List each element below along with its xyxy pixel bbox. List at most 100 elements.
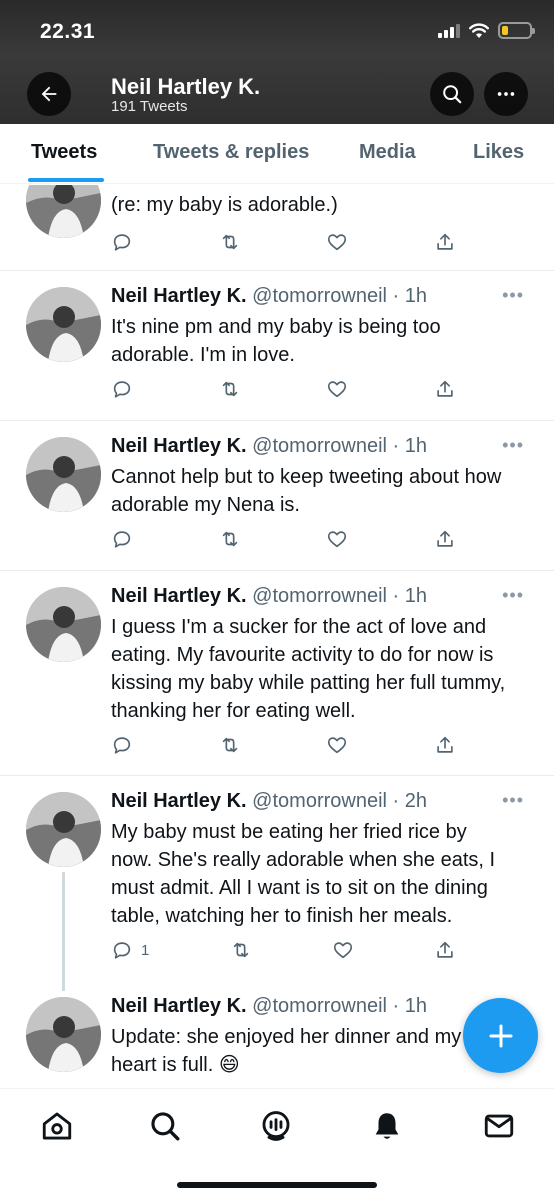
- tweet-author-handle[interactable]: @tomorrowneil: [252, 995, 387, 1017]
- tweet-time: · 1h: [392, 995, 427, 1017]
- status-time: 22.31: [40, 20, 96, 43]
- retweet-button[interactable]: [219, 734, 241, 756]
- tweet-text: Cannot help but to keep tweeting about h…: [111, 466, 502, 516]
- tweet-more-button[interactable]: •••: [502, 285, 524, 306]
- tweet-header: Neil Hartley K. @tomorrowneil · 1h: [111, 585, 427, 608]
- avatar[interactable]: [26, 287, 101, 362]
- reply-button[interactable]: 1: [111, 939, 149, 961]
- like-button[interactable]: [326, 231, 348, 253]
- tweet-text: My baby must be eating her fried rice by…: [111, 821, 496, 927]
- retweet-icon: [222, 531, 237, 547]
- share-button[interactable]: [434, 378, 456, 400]
- tweet-time: · 1h: [392, 285, 427, 307]
- retweet-button[interactable]: [230, 939, 252, 961]
- search-button[interactable]: [430, 72, 474, 116]
- tweet-author-name[interactable]: Neil Hartley K.: [111, 435, 247, 457]
- share-icon: [437, 530, 453, 547]
- tweet-item[interactable]: (re: my baby is adorable.): [0, 185, 554, 271]
- reply-button[interactable]: [111, 378, 133, 400]
- reply-icon: [113, 381, 131, 398]
- battery-icon: [498, 22, 535, 39]
- tab-likes[interactable]: Likes: [473, 141, 524, 164]
- spaces-icon[interactable]: [259, 1109, 293, 1143]
- home-indicator: [177, 1182, 377, 1188]
- like-button[interactable]: [326, 528, 348, 550]
- tweet-more-button[interactable]: •••: [502, 435, 524, 456]
- signal-icon: [438, 23, 460, 38]
- share-button[interactable]: [434, 939, 456, 961]
- retweet-button[interactable]: [219, 378, 241, 400]
- tweet-text: (re: my baby is adorable.): [111, 194, 338, 216]
- tweet-time: · 2h: [392, 790, 427, 812]
- like-button[interactable]: [326, 734, 348, 756]
- tweet-actions: 1: [111, 938, 456, 962]
- heart-icon: [328, 531, 347, 548]
- reply-count: 1: [141, 941, 150, 959]
- retweet-icon: [222, 234, 237, 250]
- tweet-item[interactable]: Neil Hartley K. @tomorrowneil · 2h ••• M…: [0, 776, 554, 992]
- tweet-item[interactable]: Neil Hartley K. @tomorrowneil · 1h ••• I…: [0, 571, 554, 776]
- messages-icon[interactable]: [482, 1109, 516, 1143]
- arrow-left-icon: [41, 86, 57, 102]
- tweet-author-name[interactable]: Neil Hartley K.: [111, 285, 247, 307]
- tweet-author-handle[interactable]: @tomorrowneil: [252, 285, 387, 307]
- notifications-icon[interactable]: [370, 1109, 404, 1143]
- profile-name: Neil Hartley K.: [111, 74, 261, 99]
- retweet-button[interactable]: [219, 231, 241, 253]
- avatar[interactable]: [26, 792, 101, 867]
- share-button[interactable]: [434, 231, 456, 253]
- tweet-actions: [111, 527, 456, 551]
- tweet-time: · 1h: [392, 585, 427, 607]
- tweet-header: Neil Hartley K. @tomorrowneil · 1h: [111, 285, 427, 308]
- tweet-item[interactable]: Neil Hartley K. @tomorrowneil · 1h ••• I…: [0, 271, 554, 421]
- search-icon[interactable]: [148, 1109, 182, 1143]
- reply-icon: [113, 737, 131, 754]
- tweet-author-handle[interactable]: @tomorrowneil: [252, 435, 387, 457]
- like-button[interactable]: [326, 378, 348, 400]
- tweet-more-button[interactable]: •••: [502, 585, 524, 606]
- tweet-time: · 1h: [392, 435, 427, 457]
- tweet-feed[interactable]: (re: my baby is adorable.) Neil Hartley …: [0, 185, 554, 1088]
- heart-icon: [328, 737, 347, 754]
- avatar[interactable]: [26, 185, 101, 238]
- like-button[interactable]: [332, 939, 354, 961]
- retweet-button[interactable]: [219, 528, 241, 550]
- tweet-author-handle[interactable]: @tomorrowneil: [252, 585, 387, 607]
- tweet-author-name[interactable]: Neil Hartley K.: [111, 995, 247, 1017]
- tweet-author-name[interactable]: Neil Hartley K.: [111, 585, 247, 607]
- back-button[interactable]: [27, 72, 71, 116]
- heart-icon: [333, 942, 352, 959]
- avatar[interactable]: [26, 997, 101, 1072]
- thread-connector: [62, 872, 65, 992]
- tweet-more-button[interactable]: •••: [502, 790, 524, 811]
- status-icons: [438, 22, 535, 39]
- avatar[interactable]: [26, 587, 101, 662]
- tweet-count: 191 Tweets: [111, 98, 188, 115]
- tab-media[interactable]: Media: [359, 141, 416, 164]
- tweet-text: Update: she enjoyed her dinner and my he…: [111, 1026, 462, 1076]
- reply-button[interactable]: [111, 231, 133, 253]
- search-icon: [443, 85, 462, 104]
- reply-button[interactable]: [111, 528, 133, 550]
- more-options-button[interactable]: [484, 72, 528, 116]
- reply-icon: [113, 942, 131, 959]
- retweet-icon: [233, 942, 248, 958]
- tweet-header: Neil Hartley K. @tomorrowneil · 1h: [111, 435, 427, 458]
- reply-button[interactable]: [111, 734, 133, 756]
- avatar[interactable]: [26, 437, 101, 512]
- reply-icon: [113, 234, 131, 251]
- tweet-author-name[interactable]: Neil Hartley K.: [111, 790, 247, 812]
- active-tab-indicator: [28, 178, 104, 182]
- share-button[interactable]: [434, 528, 456, 550]
- home-icon[interactable]: [40, 1109, 74, 1143]
- tab-tweets[interactable]: Tweets: [31, 141, 97, 164]
- tweet-actions: [111, 733, 456, 757]
- retweet-icon: [222, 381, 237, 397]
- tweet-header: Neil Hartley K. @tomorrowneil · 2h: [111, 790, 427, 813]
- tweet-author-handle[interactable]: @tomorrowneil: [252, 790, 387, 812]
- tab-tweets-replies[interactable]: Tweets & replies: [153, 141, 309, 164]
- compose-tweet-button[interactable]: [463, 998, 538, 1073]
- tweet-item[interactable]: Neil Hartley K. @tomorrowneil · 1h ••• C…: [0, 421, 554, 571]
- share-button[interactable]: [434, 734, 456, 756]
- share-icon: [437, 380, 453, 397]
